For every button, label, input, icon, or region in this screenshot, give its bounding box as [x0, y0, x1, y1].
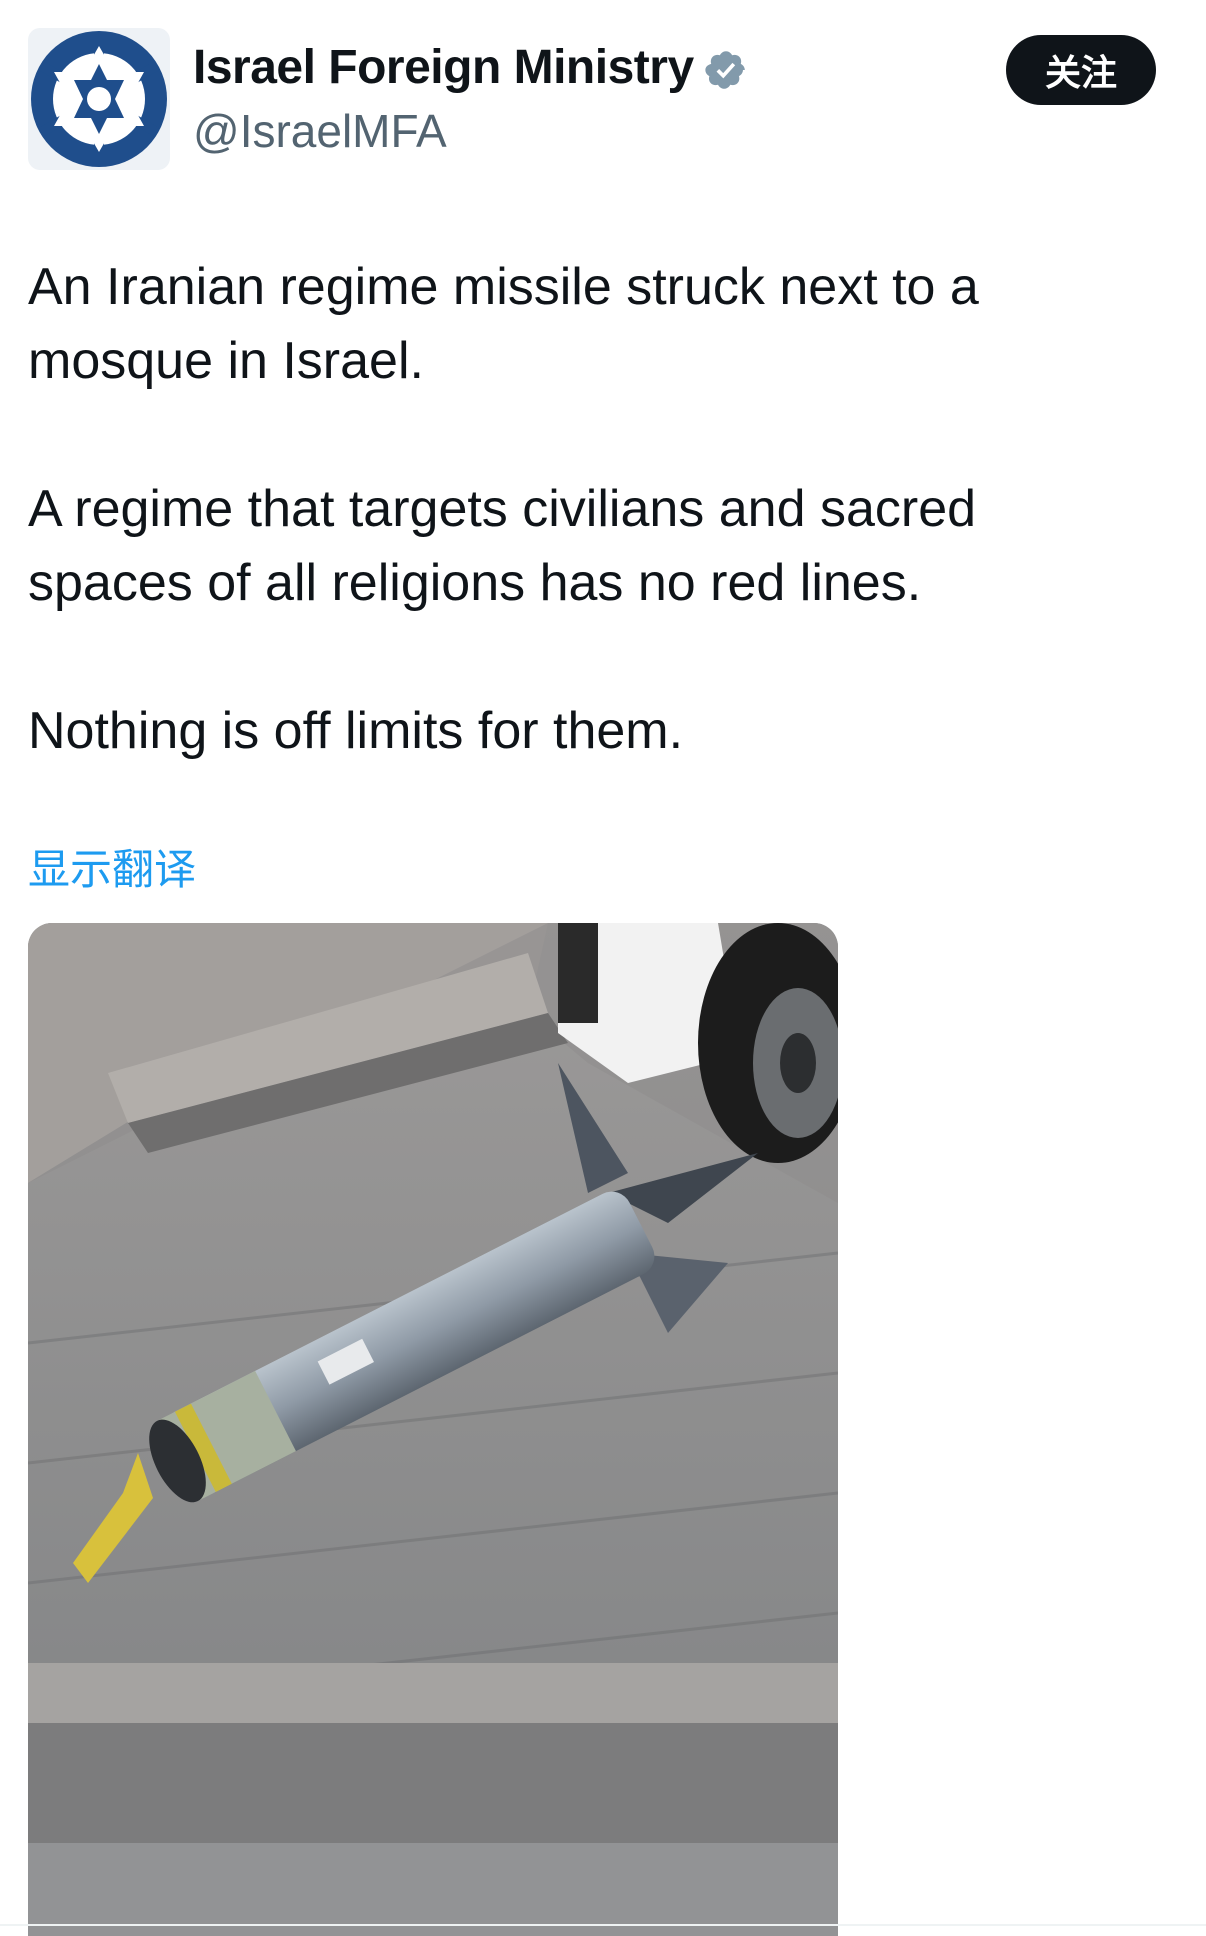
account-avatar[interactable] [28, 28, 170, 170]
tweet-paragraph: An Iranian regime missile struck next to… [28, 258, 979, 390]
star-emblem-icon [31, 31, 167, 167]
follow-button[interactable]: 关注 [1006, 35, 1156, 105]
show-translation-link[interactable]: 显示翻译 [28, 836, 196, 897]
divider [0, 1924, 1206, 1926]
tweet-media-photo[interactable] [28, 923, 838, 1936]
account-handle[interactable]: @IsraelMFA [193, 104, 447, 158]
display-name[interactable]: Israel Foreign Ministry [193, 40, 694, 95]
tweet-body: An Iranian regime missile struck next to… [28, 250, 1128, 768]
tweet-paragraph: A regime that targets civilians and sacr… [28, 480, 977, 612]
photo-icon [28, 923, 838, 1936]
tweet-paragraph: Nothing is off limits for them. [28, 702, 684, 760]
verified-badge-icon [705, 51, 745, 89]
tweet-header: Israel Foreign Ministry @IsraelMFA 关注 [0, 0, 1206, 200]
